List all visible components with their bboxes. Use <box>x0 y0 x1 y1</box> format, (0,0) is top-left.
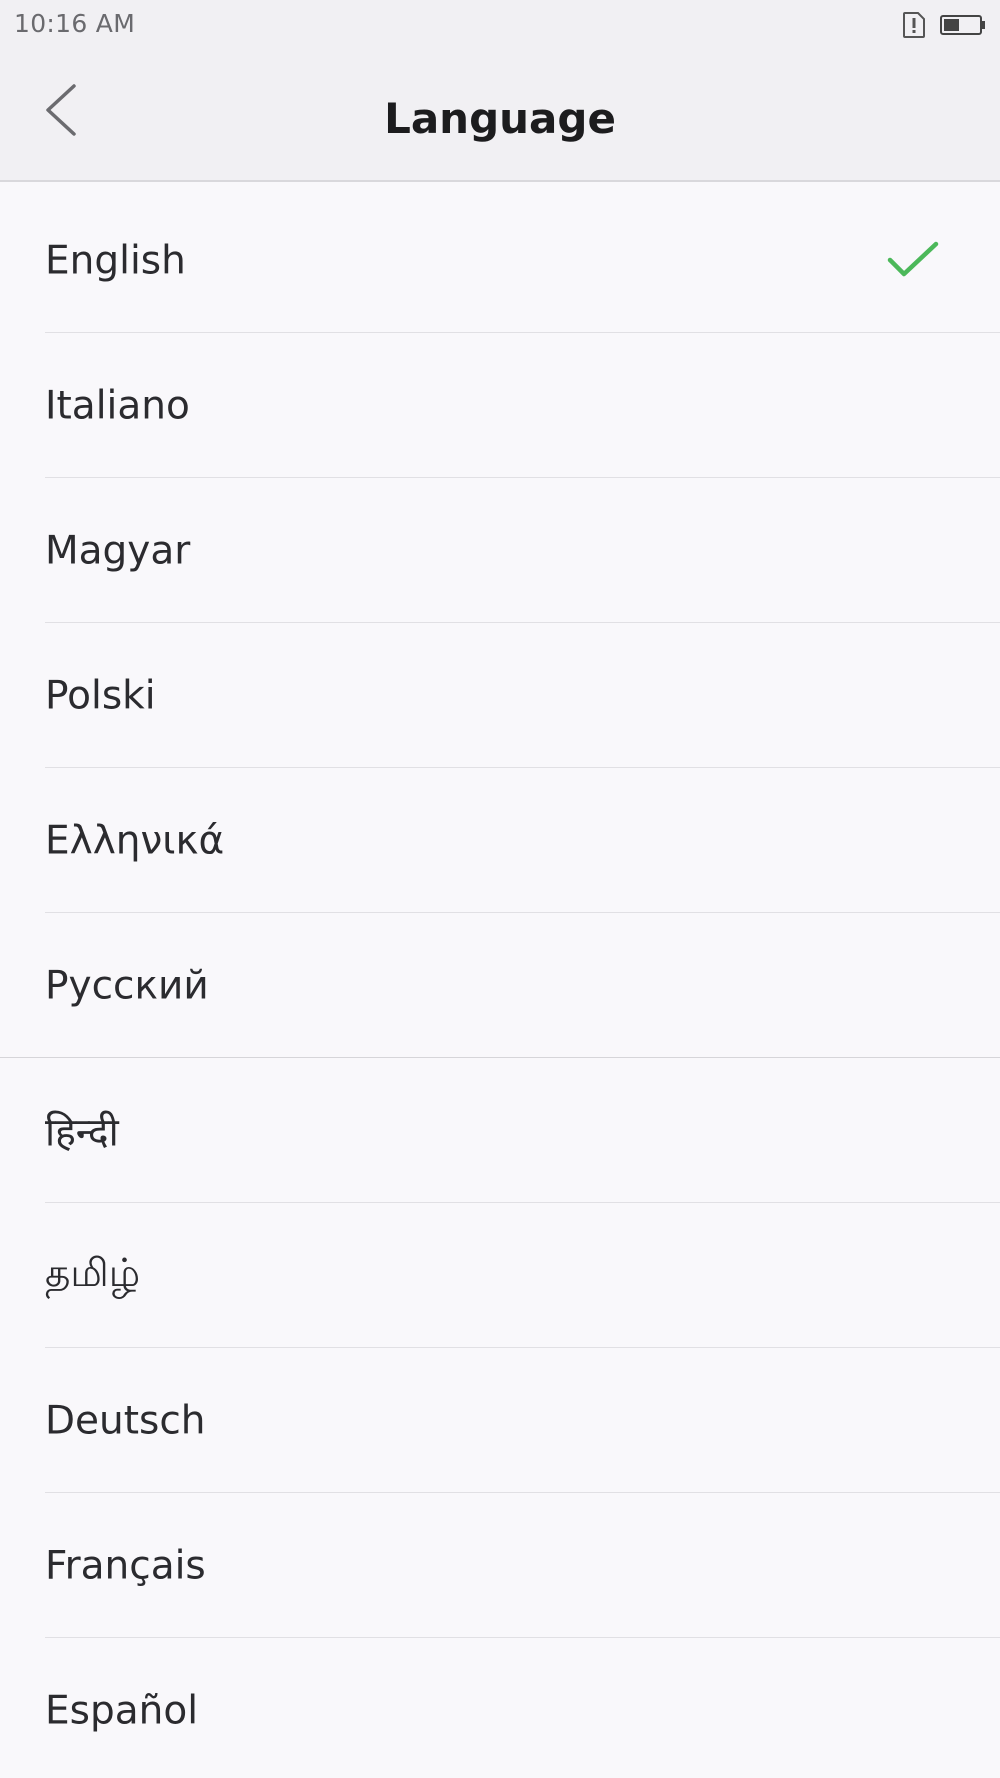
sim-alert-icon <box>903 12 925 38</box>
language-item-greek[interactable]: Ελληνικά <box>0 768 1000 913</box>
status-bar: 10:16 AM <box>0 0 1000 50</box>
language-label: Italiano <box>45 383 190 428</box>
language-label: Magyar <box>45 528 191 573</box>
language-label: English <box>45 238 186 283</box>
language-label: Deutsch <box>45 1398 206 1443</box>
language-item-russian[interactable]: Русский <box>0 913 1000 1058</box>
language-label: Français <box>45 1543 206 1588</box>
language-item-magyar[interactable]: Magyar <box>0 478 1000 623</box>
language-item-deutsch[interactable]: Deutsch <box>0 1348 1000 1493</box>
language-item-francais[interactable]: Français <box>0 1493 1000 1638</box>
language-item-tamil[interactable]: தமிழ் <box>0 1203 1000 1348</box>
language-label: தமிழ் <box>45 1250 141 1296</box>
language-label: Русский <box>45 963 209 1008</box>
language-label: Español <box>45 1688 199 1733</box>
language-item-polski[interactable]: Polski <box>0 623 1000 768</box>
header-bar: Language <box>0 50 1000 182</box>
language-item-english[interactable]: English <box>0 188 1000 333</box>
language-item-espanol[interactable]: Español <box>0 1638 1000 1778</box>
language-item-hindi[interactable]: हिन्दी <box>0 1058 1000 1203</box>
status-time: 10:16 AM <box>14 9 136 38</box>
page-title: Language <box>384 94 616 143</box>
language-screen: 10:16 AM Language English Italiano Magya… <box>0 0 1000 1778</box>
language-label: Ελληνικά <box>45 818 225 863</box>
language-label: Polski <box>45 673 156 718</box>
language-label: हिन्दी <box>45 1110 119 1155</box>
check-icon <box>887 241 939 277</box>
language-item-italiano[interactable]: Italiano <box>0 333 1000 478</box>
language-list: English Italiano Magyar Polski Ελληνικά … <box>0 188 1000 1778</box>
battery-icon <box>940 15 985 35</box>
